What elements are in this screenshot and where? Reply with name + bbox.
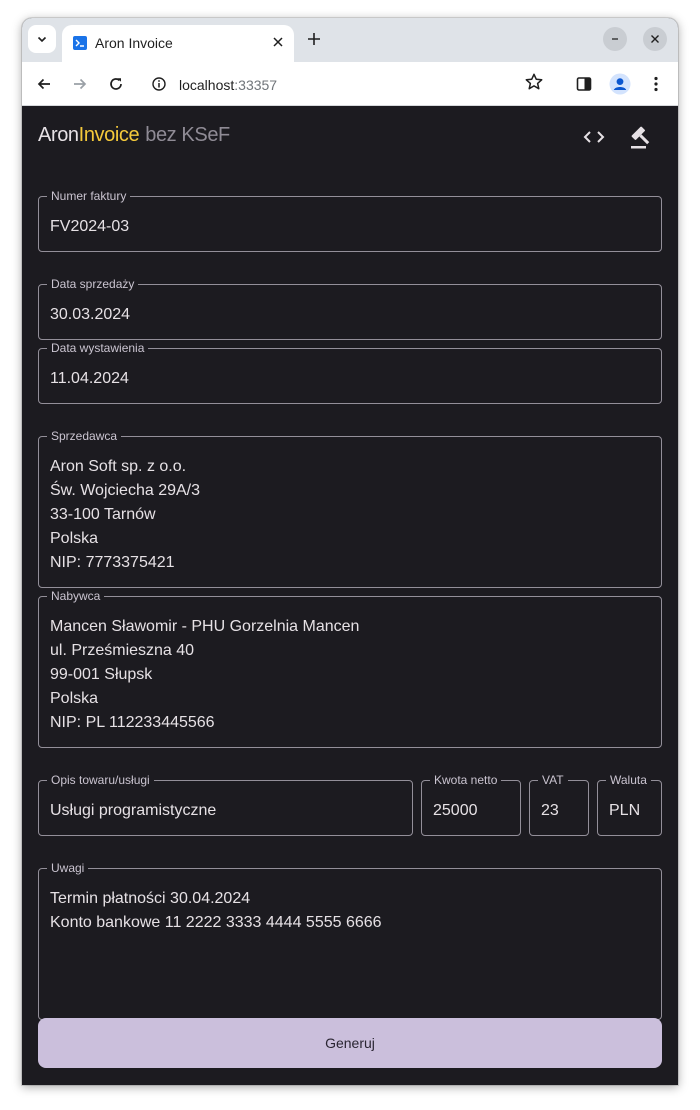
vat-field[interactable]: VAT 23 bbox=[529, 774, 589, 836]
notes-field[interactable]: Uwagi Termin płatności 30.04.2024 Konto … bbox=[38, 862, 662, 1020]
issue-date-label: Data wystawienia bbox=[47, 342, 149, 355]
tab-close-icon[interactable] bbox=[270, 34, 286, 50]
notes-label: Uwagi bbox=[47, 862, 89, 875]
seller-label: Sprzedawca bbox=[47, 430, 122, 443]
invoice-number-value: FV2024-03 bbox=[50, 218, 130, 235]
net-amount-value: 25000 bbox=[433, 802, 478, 819]
bookmark-star-icon[interactable] bbox=[524, 72, 544, 92]
address-bar[interactable]: localhost:33357 bbox=[142, 67, 552, 101]
code-icon[interactable] bbox=[579, 122, 609, 152]
browser-window: Aron Invoice localhost:33357 AronInvoice… bbox=[22, 18, 678, 1085]
buyer-field[interactable]: Nabywca Mancen Sławomir - PHU Gorzelnia … bbox=[38, 590, 662, 748]
buyer-value: Mancen Sławomir - PHU Gorzelnia Mancen u… bbox=[50, 618, 360, 731]
net-amount-label: Kwota netto bbox=[430, 774, 502, 787]
vat-value: 23 bbox=[541, 802, 559, 819]
side-panel-icon[interactable] bbox=[572, 72, 596, 96]
invoice-number-label: Numer faktury bbox=[47, 190, 131, 203]
app-logo: AronInvoice bez KSeF bbox=[38, 124, 230, 146]
forward-arrow-icon[interactable] bbox=[68, 72, 92, 96]
issue-date-value: 11.04.2024 bbox=[50, 370, 129, 387]
tab-title: Aron Invoice bbox=[95, 35, 173, 51]
sale-date-label: Data sprzedaży bbox=[47, 278, 139, 291]
chevron-down-icon bbox=[37, 36, 47, 43]
invoice-number-field[interactable]: Numer faktury FV2024-03 bbox=[38, 190, 662, 252]
generate-button[interactable]: Generuj bbox=[38, 1018, 662, 1068]
notes-value: Termin płatności 30.04.2024 Konto bankow… bbox=[50, 890, 382, 931]
seller-value: Aron Soft sp. z o.o. Św. Wojciecha 29A/3… bbox=[50, 458, 201, 571]
terminal-favicon-icon bbox=[73, 36, 87, 50]
tab-search-button[interactable] bbox=[28, 25, 56, 53]
new-tab-plus-icon[interactable] bbox=[303, 28, 325, 50]
currency-label: Waluta bbox=[606, 774, 651, 787]
net-amount-field[interactable]: Kwota netto 25000 bbox=[421, 774, 521, 836]
seller-field[interactable]: Sprzedawca Aron Soft sp. z o.o. Św. Wojc… bbox=[38, 430, 662, 588]
invoice-app: AronInvoice bez KSeF Numer faktury FV2024… bbox=[22, 106, 678, 1085]
buyer-label: Nabywca bbox=[47, 590, 105, 603]
url-text: localhost:33357 bbox=[179, 77, 278, 93]
issue-date-field[interactable]: Data wystawienia 11.04.2024 bbox=[38, 342, 662, 404]
tab-strip: Aron Invoice bbox=[22, 18, 678, 62]
currency-field[interactable]: Waluta PLN bbox=[597, 774, 662, 836]
back-arrow-icon[interactable] bbox=[32, 72, 56, 96]
description-label: Opis towaru/usługi bbox=[47, 774, 154, 787]
browser-menu-icon[interactable] bbox=[644, 72, 668, 96]
sale-date-field[interactable]: Data sprzedaży 30.03.2024 bbox=[38, 278, 662, 340]
reload-icon[interactable] bbox=[104, 72, 128, 96]
currency-value: PLN bbox=[609, 802, 641, 819]
vat-label: VAT bbox=[538, 774, 568, 787]
close-window-icon[interactable] bbox=[643, 27, 667, 51]
browser-toolbar: localhost:33357 bbox=[22, 62, 678, 106]
description-value: Usługi programistyczne bbox=[50, 802, 217, 819]
profile-avatar-icon[interactable] bbox=[608, 72, 632, 96]
sale-date-value: 30.03.2024 bbox=[50, 306, 131, 323]
description-field[interactable]: Opis towaru/usługi Usługi programistyczn… bbox=[38, 774, 413, 836]
info-icon[interactable] bbox=[152, 77, 166, 91]
minimize-icon[interactable] bbox=[603, 27, 627, 51]
browser-tab[interactable]: Aron Invoice bbox=[62, 25, 294, 62]
gavel-icon[interactable] bbox=[626, 122, 656, 152]
